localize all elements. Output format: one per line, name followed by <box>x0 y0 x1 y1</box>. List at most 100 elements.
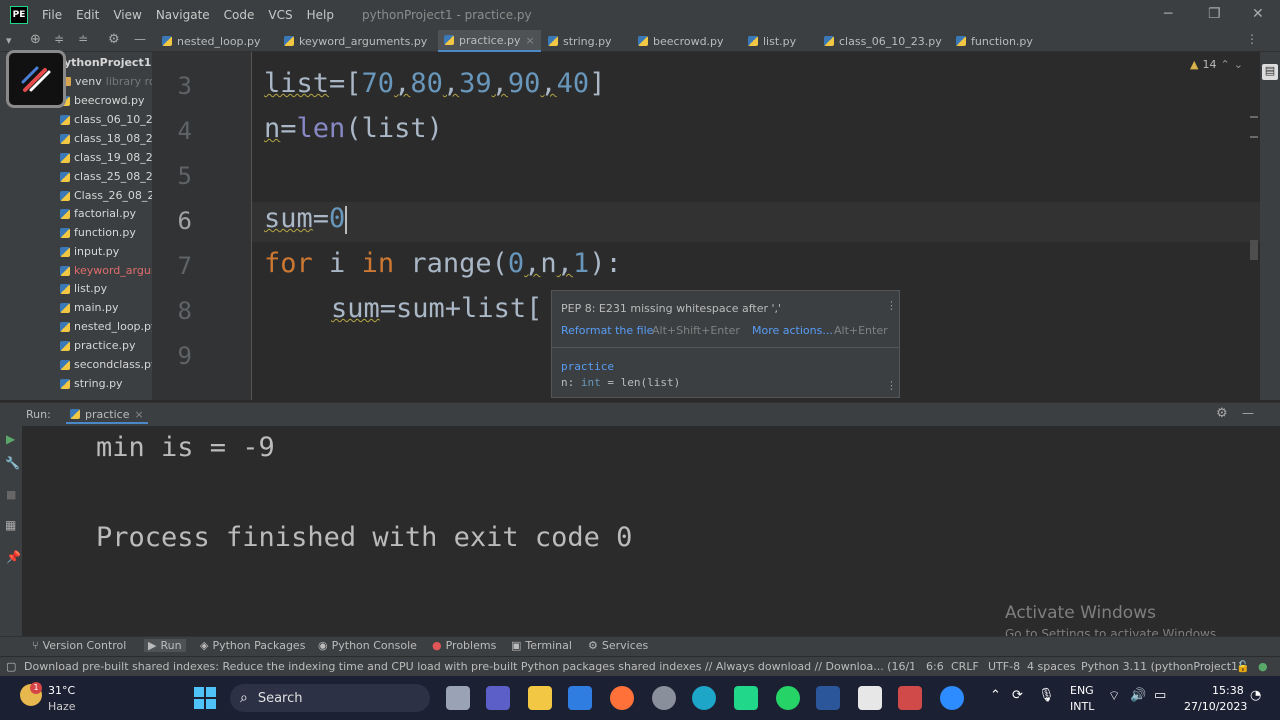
tree-item-file[interactable]: secondclass.py <box>60 358 152 371</box>
file-encoding[interactable]: UTF-8 <box>988 660 1020 673</box>
tab-list[interactable]: list.py <box>742 30 802 52</box>
tool-python-packages[interactable]: ◈ Python Packages <box>200 639 305 652</box>
gear-icon[interactable]: ⚙ <box>1216 406 1228 421</box>
battery-icon[interactable]: ▭ <box>1154 688 1166 703</box>
stop-icon[interactable]: ■ <box>6 488 16 501</box>
zoom-icon[interactable] <box>940 686 964 710</box>
wrench-icon[interactable]: 🔧 <box>5 456 20 470</box>
status-indicator-icon[interactable]: ● <box>1258 660 1268 673</box>
whatsapp-icon[interactable] <box>776 686 800 710</box>
chevron-up-icon[interactable]: ⌃ <box>1220 58 1229 71</box>
tab-function[interactable]: function.py <box>950 30 1039 52</box>
word-icon[interactable] <box>816 686 840 710</box>
project-root[interactable]: ythonProject1 <box>64 56 151 69</box>
tree-item-file[interactable]: string.py <box>60 377 123 390</box>
chevron-down-icon[interactable]: ⌄ <box>1234 58 1243 71</box>
menu-navigate[interactable]: Navigate <box>156 8 210 22</box>
menu-help[interactable]: Help <box>307 8 334 22</box>
more-actions-link[interactable]: More actions... <box>752 324 833 337</box>
tree-item-file[interactable]: class_06_10_23 <box>60 113 152 126</box>
tool-terminal[interactable]: ▣ Terminal <box>511 639 572 652</box>
notification-center-icon[interactable]: ◔ <box>1250 688 1261 703</box>
weather-condition[interactable]: Haze <box>48 700 76 713</box>
wifi-icon[interactable]: ⌔ <box>1108 688 1120 704</box>
tool-run[interactable]: ▶ Run <box>144 639 186 652</box>
layout-icon[interactable]: ▦ <box>5 518 16 532</box>
input-locale[interactable]: INTL <box>1070 700 1094 713</box>
run-tab-practice[interactable]: practice × <box>66 406 148 424</box>
status-notification-icon[interactable]: ▢ <box>6 660 16 673</box>
expand-all-icon[interactable]: ≑ <box>54 32 64 46</box>
microphone-icon[interactable]: 🎙 <box>1038 688 1055 703</box>
menu-edit[interactable]: Edit <box>76 8 99 22</box>
tooltip-signature-more-icon[interactable]: ⋮ <box>886 379 897 392</box>
edge-icon[interactable] <box>692 686 716 710</box>
menu-file[interactable]: File <box>42 8 62 22</box>
tool-python-console[interactable]: ◉ Python Console <box>318 639 417 652</box>
firefox-icon[interactable] <box>610 686 634 710</box>
tab-practice[interactable]: practice.py × <box>438 30 541 52</box>
menu-code[interactable]: Code <box>224 8 255 22</box>
caret-position[interactable]: 6:6 <box>926 660 944 673</box>
tooltip-more-icon[interactable]: ⋮ <box>886 299 897 312</box>
close-icon[interactable]: ✕ <box>1252 6 1264 22</box>
minimize-icon[interactable]: ─ <box>1164 6 1172 22</box>
tool-services[interactable]: ⚙ Services <box>588 639 648 652</box>
tab-keyword-arguments[interactable]: keyword_arguments.py <box>278 30 433 52</box>
project-toggle-icon[interactable]: ▾ <box>6 34 12 47</box>
tab-string[interactable]: string.py <box>542 30 618 52</box>
reformat-file-link[interactable]: Reformat the file <box>561 324 653 337</box>
tree-item-file[interactable]: class_18_08_23 <box>60 132 152 145</box>
lock-icon[interactable]: 🔓 <box>1236 660 1250 673</box>
tree-item-file[interactable]: practice.py <box>60 339 135 352</box>
tree-item-file[interactable]: function.py <box>60 226 136 239</box>
clock-date[interactable]: 27/10/2023 <box>1184 700 1247 713</box>
rerun-icon[interactable]: ▶ <box>6 432 15 446</box>
taskbar-search[interactable]: ⌕ Search <box>230 684 430 712</box>
hide-panel-icon[interactable]: — <box>1242 406 1254 420</box>
windows-start-icon[interactable] <box>194 687 216 709</box>
volume-icon[interactable]: 🔊 <box>1130 688 1146 703</box>
tab-close-icon[interactable]: × <box>525 34 534 47</box>
pin-icon[interactable]: 📌 <box>6 550 21 564</box>
store-icon[interactable] <box>568 686 592 710</box>
collapse-all-icon[interactable]: ≐ <box>78 32 88 46</box>
line-separator[interactable]: CRLF <box>951 660 979 673</box>
tab-close-icon[interactable]: × <box>134 408 143 421</box>
tab-class-06-10-23[interactable]: class_06_10_23.py <box>818 30 948 52</box>
tree-item-file[interactable]: input.py <box>60 245 119 258</box>
tab-nested-loop[interactable]: nested_loop.py <box>156 30 267 52</box>
tree-item-file[interactable]: beecrowd.py <box>60 94 145 107</box>
input-language[interactable]: ENG <box>1070 684 1094 697</box>
hide-panel-icon[interactable]: — <box>134 32 146 46</box>
python-interpreter[interactable]: Python 3.11 (pythonProject1) <box>1081 660 1242 673</box>
notifications-icon[interactable]: ▤ <box>1262 64 1278 80</box>
more-tabs-icon[interactable]: ⋮ <box>1246 32 1258 46</box>
tab-beecrowd[interactable]: beecrowd.py <box>632 30 730 52</box>
pen-tool-icon[interactable] <box>6 50 66 108</box>
indent-setting[interactable]: 4 spaces <box>1027 660 1076 673</box>
tree-item-file[interactable]: class_19_08_23 <box>60 151 152 164</box>
status-message[interactable]: Download pre-built shared indexes: Reduc… <box>24 660 914 673</box>
tree-item-file[interactable]: factorial.py <box>60 207 136 220</box>
file-explorer-icon[interactable] <box>528 686 552 710</box>
settings-icon[interactable] <box>652 686 676 710</box>
clock-time[interactable]: 15:38 <box>1212 684 1244 697</box>
tree-item-file[interactable]: class_25_08_23 <box>60 170 152 183</box>
tree-item-file[interactable]: main.py <box>60 301 118 314</box>
maximize-icon[interactable]: ❐ <box>1208 6 1221 22</box>
snipping-tool-icon[interactable] <box>858 686 882 710</box>
tree-item-file[interactable]: keyword_argum <box>60 264 152 277</box>
editor-scrollbar-thumb[interactable] <box>1250 240 1258 260</box>
menu-vcs[interactable]: VCS <box>268 8 292 22</box>
menu-view[interactable]: View <box>113 8 141 22</box>
warnings-indicator[interactable]: ▲ 14 ⌃ ⌄ <box>1190 58 1243 71</box>
tree-item-file[interactable]: nested_loop.py <box>60 320 152 333</box>
pycharm-taskbar-icon[interactable] <box>734 686 758 710</box>
tool-version-control[interactable]: ⑂ Version Control <box>32 639 126 652</box>
gear-icon[interactable]: ⚙ <box>108 32 120 47</box>
tree-item-file[interactable]: Class_26_08_23 <box>60 189 152 202</box>
app-icon[interactable] <box>898 686 922 710</box>
target-icon[interactable]: ⊕ <box>30 32 41 47</box>
sync-icon[interactable]: ⟳ <box>1012 688 1023 703</box>
